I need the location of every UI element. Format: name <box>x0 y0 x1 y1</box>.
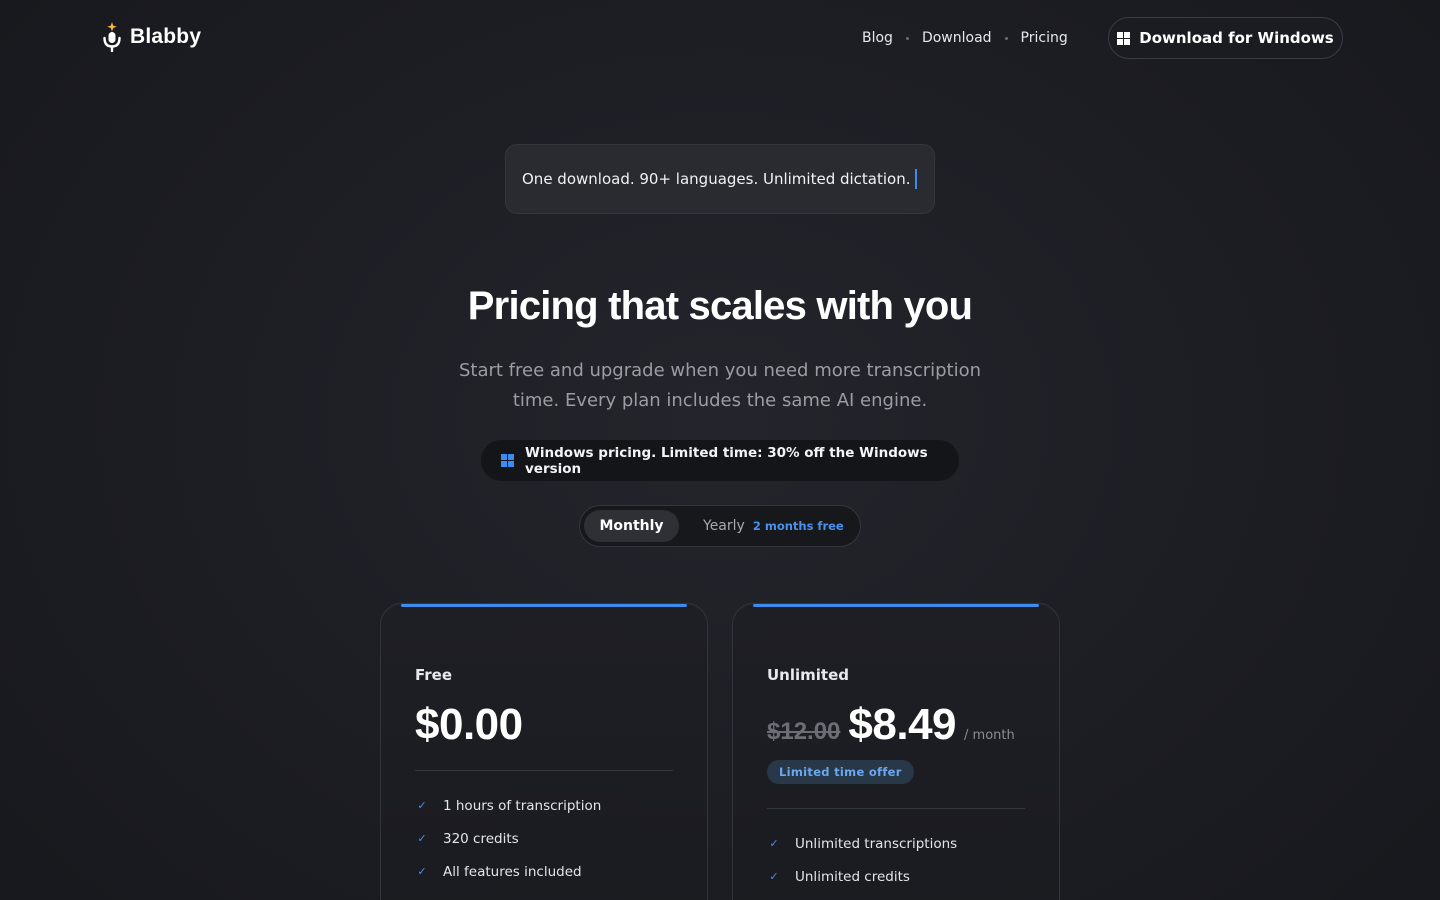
check-icon: ✓ <box>417 799 427 812</box>
brand-name: Blabby <box>130 25 202 48</box>
windows-icon <box>501 454 514 467</box>
nav-separator <box>1004 36 1008 40</box>
nav-link-download[interactable]: Download <box>922 30 992 46</box>
download-windows-label: Download for Windows <box>1139 29 1334 47</box>
check-icon: ✓ <box>417 832 427 845</box>
text-caret <box>914 169 917 189</box>
nav-separator <box>905 36 909 40</box>
limited-offer-badge: Limited time offer <box>767 760 914 784</box>
original-price: $12.00 <box>767 718 841 745</box>
windows-icon <box>1117 31 1131 45</box>
brand-logo[interactable]: Blabby <box>100 20 201 54</box>
card-divider <box>767 808 1025 809</box>
billing-yearly-option[interactable]: Yearly 2 months free <box>703 510 844 542</box>
promo-banner: Windows pricing. Limited time: 30% off t… <box>481 440 959 481</box>
plan-card-unlimited: Unlimited $12.00 $8.49 / month Limited t… <box>732 603 1060 900</box>
feature-item: ✓ 1 hours of transcription <box>415 789 601 822</box>
main-nav: Blog Download Pricing <box>862 28 1068 48</box>
billing-toggle: Monthly Yearly 2 months free <box>579 505 861 547</box>
typewriter-text: One download. 90+ languages. Unlimited d… <box>522 170 911 188</box>
check-icon: ✓ <box>769 837 779 850</box>
yearly-savings-note: 2 months free <box>752 519 844 533</box>
feature-list: ✓ Unlimited transcriptions ✓ Unlimited cre… <box>767 827 957 893</box>
feature-text: 1 hours of transcription <box>443 797 602 814</box>
billing-monthly-option[interactable]: Monthly <box>584 510 679 542</box>
plan-card-free: Free $0.00 ✓ 1 hours of transcription ✓ 32… <box>380 603 708 900</box>
feature-text: All features included <box>443 863 582 880</box>
download-windows-button[interactable]: Download for Windows <box>1108 17 1343 59</box>
typewriter-banner: One download. 90+ languages. Unlimited d… <box>505 144 935 214</box>
price-amount: $8.49 <box>848 700 957 749</box>
billing-yearly-label: Yearly <box>703 518 745 534</box>
nav-link-blog[interactable]: Blog <box>862 30 893 46</box>
nav-link-pricing[interactable]: Pricing <box>1021 30 1068 46</box>
feature-item: ✓ Unlimited credits <box>767 860 957 893</box>
price-period: / month <box>964 728 1015 743</box>
card-divider <box>415 770 673 771</box>
page-subtitle: Start free and upgrade when you need mor… <box>458 360 982 411</box>
plan-name: Unlimited <box>767 666 849 684</box>
feature-list: ✓ 1 hours of transcription ✓ 320 credits ✓… <box>415 789 601 888</box>
feature-text: Unlimited credits <box>795 868 910 885</box>
plan-price: $12.00 $8.49 / month <box>767 700 1015 750</box>
feature-item: ✓ Unlimited transcriptions <box>767 827 957 860</box>
page-title: Pricing that scales with you <box>467 284 973 328</box>
plan-name: Free <box>415 666 453 684</box>
microphone-sparkle-icon <box>103 22 121 53</box>
feature-item: ✓ 320 credits <box>415 822 601 855</box>
price-amount: $0.00 <box>415 700 523 749</box>
check-icon: ✓ <box>769 870 779 883</box>
check-icon: ✓ <box>417 865 427 878</box>
feature-text: Unlimited transcriptions <box>795 835 958 852</box>
promo-text: Windows pricing. Limited time: 30% off t… <box>525 444 928 477</box>
feature-text: 320 credits <box>443 830 519 847</box>
feature-item: ✓ All features included <box>415 855 601 888</box>
plan-price: $0.00 <box>415 700 523 750</box>
